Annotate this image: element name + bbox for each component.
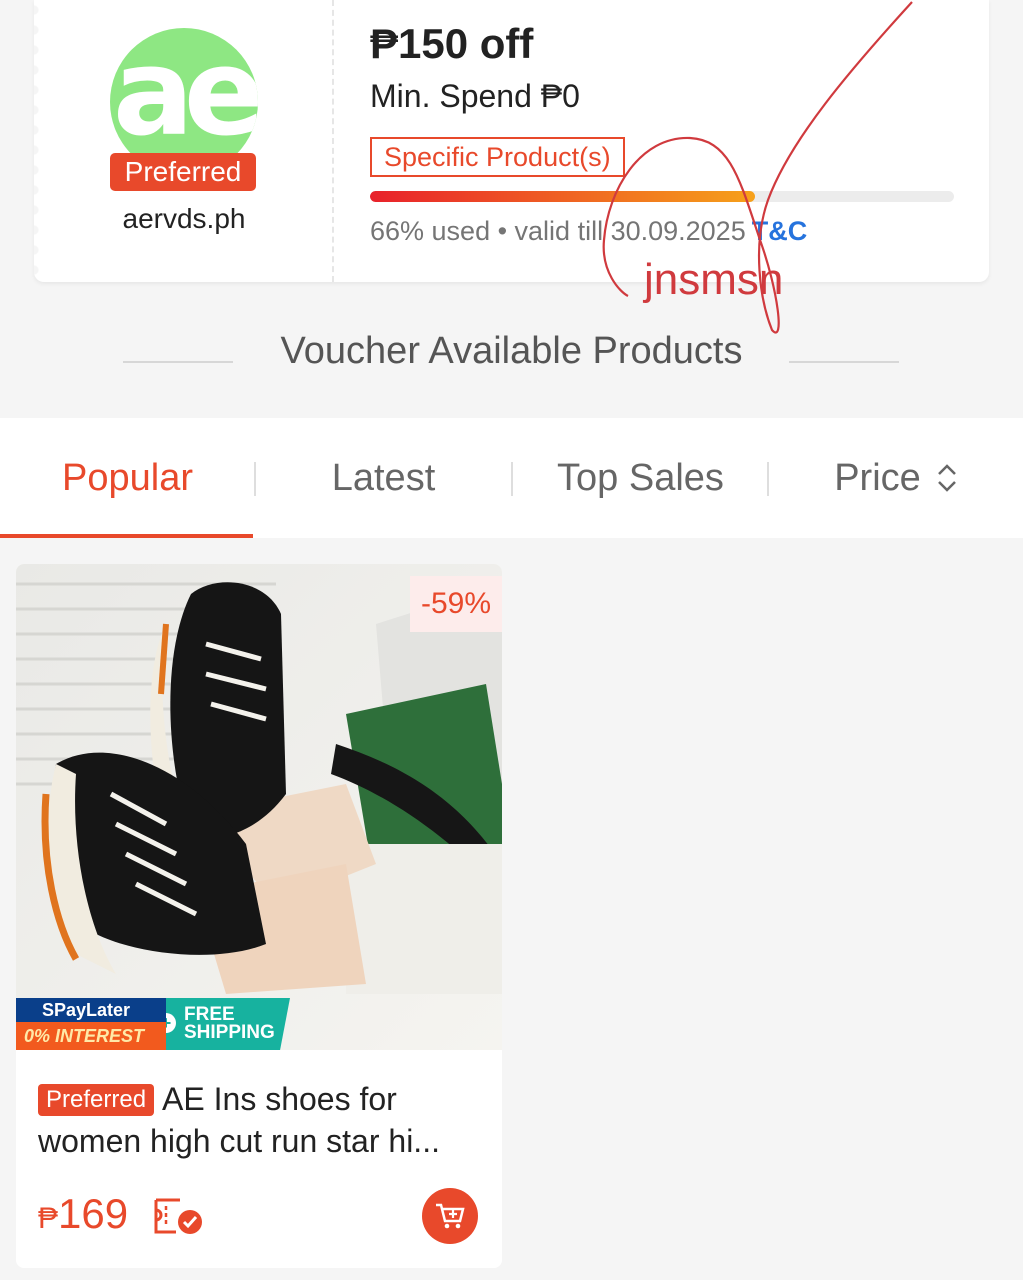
product-card[interactable]: -59% SPayLater 0% INTEREST + FREE SHIPPI… — [16, 564, 502, 1268]
add-to-cart-button[interactable] — [422, 1188, 478, 1244]
voucher-usage-fill — [370, 191, 756, 202]
tab-popular[interactable]: Popular — [0, 418, 255, 538]
voucher-usage-text: 66% used • valid till 30.09.2025 — [370, 216, 746, 246]
cart-plus-icon — [436, 1203, 465, 1229]
free-shipping-badge: + FREE SHIPPING — [166, 998, 290, 1050]
tab-top-sales[interactable]: Top Sales — [513, 418, 768, 538]
preferred-badge: Preferred — [110, 153, 256, 191]
voucher-card: ae Preferred aervds.ph ₱150 off Min. Spe… — [34, 0, 989, 282]
heading-rule-right — [789, 361, 899, 363]
discount-badge: -59% — [410, 576, 502, 632]
spaylater-badge: SPayLater 0% INTEREST — [16, 998, 166, 1050]
voucher-divider — [332, 0, 334, 282]
voucher-meta: 66% used • valid till 30.09.2025 T&C — [370, 216, 807, 247]
voucher-applied-icon — [154, 1198, 202, 1234]
voucher-min-spend: Min. Spend ₱0 — [370, 78, 580, 114]
voucher-scope-tag: Specific Product(s) — [370, 137, 625, 177]
voucher-usage-bar — [370, 191, 954, 202]
tab-price[interactable]: Price — [769, 418, 1023, 538]
product-image[interactable] — [16, 564, 502, 1050]
voucher-title: ₱150 off — [370, 20, 534, 67]
section-heading: Voucher Available Products — [280, 330, 743, 372]
sort-tabs: Popular Latest Top Sales Price — [0, 418, 1023, 538]
sort-arrows-icon — [935, 462, 959, 494]
product-price: ₱169 — [38, 1190, 129, 1237]
terms-link[interactable]: T&C — [752, 216, 808, 246]
product-title[interactable]: Preferred AE Ins shoes for women high cut… — [38, 1078, 488, 1162]
shop-name: aervds.ph — [122, 203, 246, 234]
tab-latest[interactable]: Latest — [256, 418, 511, 538]
active-tab-indicator — [0, 534, 253, 538]
preferred-badge: Preferred — [38, 1084, 155, 1116]
handwritten-scribble: jnsmsn — [644, 255, 784, 304]
